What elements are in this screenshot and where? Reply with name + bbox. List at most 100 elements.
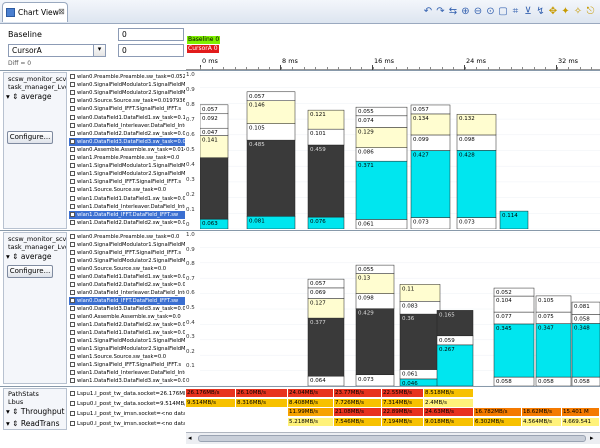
- task-row[interactable]: wlan0.DataField1.DataField1.sw_task=0.1: [69, 114, 185, 122]
- toolbar-icon-5[interactable]: ⊙: [485, 5, 497, 18]
- row-checkbox[interactable]: [70, 106, 75, 112]
- bar-segment[interactable]: [410, 150, 451, 218]
- row-checkbox[interactable]: [70, 203, 75, 209]
- row-checkbox[interactable]: [70, 266, 75, 271]
- task-row[interactable]: wlan0.DataField_Interleaver.DataField_In…: [69, 122, 185, 130]
- scroll-right-icon[interactable]: ▸: [590, 434, 594, 442]
- row-checkbox[interactable]: [70, 179, 75, 185]
- close-tab-icon[interactable]: ⊠: [58, 7, 65, 16]
- pane-2-average-selector[interactable]: ▾ ⇕ average: [6, 252, 52, 261]
- toolbar-icon-1[interactable]: ↷: [435, 5, 447, 18]
- row-checkbox[interactable]: [70, 250, 75, 255]
- pane-2-stacked-bar-chart[interactable]: 0.064 0.377 0.127 0.069 0.057 0.073 0.429 0.098…: [200, 232, 600, 386]
- pane-3-readtrans-selector[interactable]: ▾ ⇕ ReadTrans: [6, 419, 60, 428]
- stat-cell[interactable]: 24.04MB/s: [288, 389, 334, 397]
- task-row[interactable]: wlan1.DataField_Interleaver.DataField_In…: [69, 203, 185, 211]
- task-row[interactable]: wlan1.SignalField_IFFT.SignalField_IFFT.…: [69, 361, 185, 369]
- row-checkbox[interactable]: [70, 346, 75, 351]
- chevron-down-icon[interactable]: ▾: [93, 45, 105, 56]
- baseline-value-field[interactable]: 0: [118, 28, 184, 41]
- cursor-value-field[interactable]: 0: [118, 44, 184, 57]
- task-row[interactable]: wlan0.DataField3.DataField3.sw_task=0.0: [69, 305, 185, 313]
- task-row[interactable]: wlan1.DataField2.DataField2.sw_task=0.0: [69, 321, 185, 329]
- row-checkbox[interactable]: [70, 314, 75, 319]
- task-row[interactable]: wlan0.DataField1.DataField1.sw_task=0.0: [69, 273, 185, 281]
- stat-cell[interactable]: 9.514MB/s: [186, 398, 236, 407]
- row-checkbox[interactable]: [70, 330, 75, 335]
- toolbar-icon-0[interactable]: ↶: [422, 5, 434, 18]
- bar-segment[interactable]: [355, 160, 408, 220]
- row-checkbox[interactable]: [70, 354, 75, 359]
- task-row[interactable]: wlan1.Preamble.Preamble.sw_task=0.0: [69, 154, 185, 162]
- stat-cell[interactable]: 18.62MB/s: [522, 408, 562, 416]
- row-checkbox[interactable]: [70, 155, 75, 160]
- task-row[interactable]: wlan1.SignalFieldModulator1.SignalFieldM…: [69, 337, 185, 345]
- task-row[interactable]: wlan1.DataField1.DataField1.sw_task=0.0: [69, 195, 185, 203]
- task-row[interactable]: wlan0.DataField_Interleaver.DataField_In…: [69, 289, 185, 297]
- row-checkbox[interactable]: [70, 362, 75, 367]
- task-row[interactable]: Lspu0.l_post_tw_imsn.socket=<no data>: [69, 419, 185, 429]
- row-checkbox[interactable]: [70, 114, 75, 120]
- row-checkbox[interactable]: [70, 163, 75, 169]
- bar-segment[interactable]: [246, 139, 296, 217]
- pane-1-average-selector[interactable]: ▾ ⇕ average: [6, 92, 52, 101]
- toolbar-icon-4[interactable]: ⊖: [472, 5, 484, 18]
- stat-cell[interactable]: 22.89MB/s: [382, 408, 424, 416]
- task-row[interactable]: wlan1.DataField3.DataField3.sw_task=0.0: [69, 377, 185, 385]
- task-row[interactable]: wlan0.SignalField_IFFT.SignalField_IFFT.…: [69, 105, 185, 113]
- stat-cell[interactable]: 8.518MB/s: [424, 389, 474, 397]
- stat-cell[interactable]: 6.302MB/s: [474, 417, 522, 426]
- stat-cell[interactable]: 8.316MB/s: [236, 398, 288, 407]
- task-row[interactable]: wlan0.DataField_IFFT.DataField_IFFT.sw: [69, 297, 185, 305]
- row-checkbox[interactable]: [70, 146, 75, 152]
- row-checkbox[interactable]: [70, 322, 75, 327]
- task-row[interactable]: wlan1.DataField2.DataField2.sw_task=0.0: [69, 219, 185, 227]
- stat-cell[interactable]: 7.194MB/s: [382, 417, 424, 426]
- bar-segment[interactable]: [307, 144, 345, 218]
- toolbar-icon-7[interactable]: ⌗: [510, 5, 522, 18]
- task-row[interactable]: wlan0.Assemble.Assemble.sw_task=0.0142: [69, 146, 185, 154]
- bar-segment[interactable]: [535, 323, 572, 378]
- toolbar-icon-11[interactable]: ✦: [560, 5, 572, 18]
- time-ruler[interactable]: 0 ms 8 ms 16 ms 24 ms 32 ms: [186, 56, 600, 70]
- bar-segment[interactable]: [355, 308, 395, 376]
- row-checkbox[interactable]: [70, 306, 75, 311]
- stat-cell[interactable]: 15.401 M: [562, 408, 600, 416]
- row-checkbox[interactable]: [70, 290, 75, 295]
- task-row[interactable]: wlan1.DataField1.DataField1.sw_task=0.0: [69, 329, 185, 337]
- horizontal-scrollbar[interactable]: ◂ ▸: [186, 432, 600, 444]
- row-checkbox[interactable]: [70, 82, 75, 88]
- toolbar-icon-3[interactable]: ⊕: [460, 5, 472, 18]
- task-row[interactable]: wlan0.DataField2.DataField2.sw_task=0.0: [69, 281, 185, 289]
- task-row[interactable]: wlan0.Assemble.Assemble.sw_task=0.0: [69, 313, 185, 321]
- bar-segment[interactable]: [571, 323, 600, 378]
- task-row[interactable]: wlan0.SignalFieldModulator2.SignalFieldM…: [69, 89, 185, 97]
- task-row[interactable]: Lspu0.l_post_tw_data.socket=9.514MB/s: [69, 399, 185, 409]
- bar-segment[interactable]: [307, 317, 345, 377]
- row-checkbox[interactable]: [70, 211, 75, 217]
- row-checkbox[interactable]: [70, 90, 75, 96]
- stat-cell[interactable]: 24.63MB/s: [424, 408, 474, 416]
- stat-cell[interactable]: 4.669.541: [562, 417, 600, 426]
- stat-cell[interactable]: 2.4MB/s: [424, 398, 474, 407]
- bar-segment[interactable]: [456, 150, 497, 218]
- stat-cell[interactable]: 7.546MB/s: [334, 417, 382, 426]
- row-checkbox[interactable]: [70, 258, 75, 263]
- stat-cell[interactable]: 26.176MB/s: [186, 389, 236, 397]
- task-row[interactable]: wlan1.DataField_Interleaver.DataField_In…: [69, 369, 185, 377]
- task-row[interactable]: wlan0.SignalField_IFFT.SignalField_IFFT.…: [69, 249, 185, 257]
- task-row[interactable]: wlan0.Preamble.Preamble.sw_task=0.0: [69, 233, 185, 241]
- toolbar-icon-13[interactable]: ⎋: [585, 5, 597, 18]
- task-row[interactable]: wlan1.SignalFieldModulator1.SignalFieldM…: [69, 162, 185, 170]
- row-checkbox[interactable]: [70, 242, 75, 247]
- task-row[interactable]: wlan0.Preamble.Preamble.sw_task=0.0529: [69, 73, 185, 81]
- stat-cell[interactable]: 8.408MB/s: [288, 398, 334, 407]
- task-row[interactable]: wlan1.Source.Source.sw_task=0.0: [69, 353, 185, 361]
- cursor-select[interactable]: CursorA ▾: [8, 44, 106, 57]
- row-checkbox[interactable]: [70, 219, 75, 225]
- task-row[interactable]: wlan0.SignalFieldModulator2.SignalFieldM…: [69, 257, 185, 265]
- scroll-thumb[interactable]: [198, 435, 586, 442]
- task-row[interactable]: wlan0.SignalFieldModulator1.SignalFieldM…: [69, 81, 185, 89]
- stat-cell[interactable]: 7.726MB/s: [334, 398, 382, 407]
- task-row[interactable]: wlan0.DataField3.DataField3.sw_task=0.08: [69, 137, 185, 146]
